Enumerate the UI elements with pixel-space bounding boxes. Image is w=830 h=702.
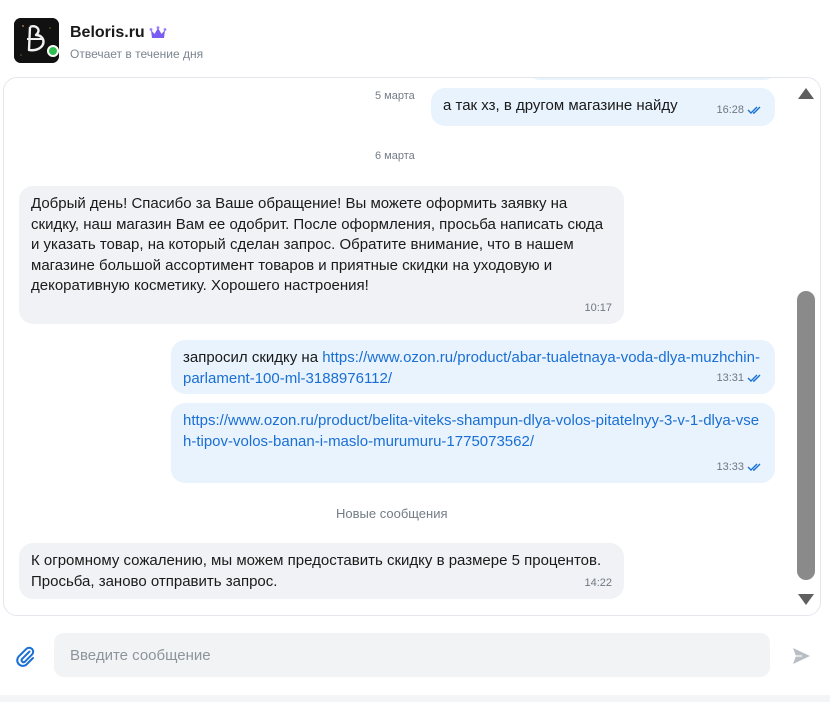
- message-meta: 13:31: [716, 368, 763, 389]
- date-separator: 6 марта: [375, 150, 415, 162]
- double-check-icon: [747, 106, 761, 114]
- message-bubble-outgoing[interactable]: запросил скидку на https://www.ozon.ru/p…: [171, 340, 775, 394]
- date-separator: 5 марта: [375, 90, 415, 102]
- scrollbar-thumb[interactable]: [797, 291, 815, 580]
- message-meta: 13:33: [716, 457, 763, 478]
- message-meta: 10:17: [584, 298, 612, 319]
- previous-message-edge: [528, 78, 776, 80]
- message-bubble-incoming[interactable]: Добрый день! Спасибо за Ваше обращение! …: [19, 186, 624, 324]
- online-indicator: [47, 45, 59, 57]
- product-link[interactable]: https://www.ozon.ru/product/belita-vitek…: [183, 412, 759, 450]
- shop-title[interactable]: Beloris.ru: [70, 24, 167, 42]
- message-text: К огромному сожалению, мы можем предоста…: [31, 552, 602, 590]
- message-time: 10:17: [584, 301, 612, 314]
- chat-header: Beloris.ru Отвечает в течение дня: [0, 0, 830, 70]
- message-text: запросил скидку на: [183, 349, 323, 366]
- message-text: а так хз, в другом магазине найду: [443, 97, 678, 114]
- paperclip-icon[interactable]: [13, 644, 37, 668]
- new-messages-divider: Новые сообщения: [336, 506, 448, 521]
- message-time: 13:33: [716, 460, 744, 473]
- message-bubble-incoming[interactable]: К огромному сожалению, мы можем предоста…: [19, 543, 624, 599]
- shop-name: Beloris.ru: [70, 24, 145, 41]
- message-meta: 14:22: [584, 573, 612, 594]
- message-list[interactable]: 5 марта а так хз, в другом магазине найд…: [4, 78, 794, 615]
- scroll-down-arrow-icon[interactable]: [798, 594, 814, 605]
- scroll-up-arrow-icon[interactable]: [798, 88, 814, 99]
- message-time: 13:31: [716, 371, 744, 384]
- crown-icon: [149, 26, 167, 38]
- message-time: 16:28: [716, 103, 744, 116]
- message-text: Добрый день! Спасибо за Ваше обращение! …: [31, 195, 604, 294]
- send-icon[interactable]: [790, 645, 812, 667]
- message-bubble-outgoing[interactable]: а так хз, в другом магазине найду 16:28: [431, 88, 775, 126]
- double-check-icon: [747, 463, 761, 471]
- response-time-status: Отвечает в течение дня: [70, 47, 204, 61]
- message-input[interactable]: [54, 633, 770, 677]
- double-check-icon: [747, 374, 761, 382]
- message-bubble-outgoing[interactable]: https://www.ozon.ru/product/belita-vitek…: [171, 403, 775, 483]
- message-meta: 16:28: [716, 100, 763, 121]
- chat-window: 5 марта а так хз, в другом магазине найд…: [3, 77, 821, 616]
- message-time: 14:22: [584, 576, 612, 589]
- bottom-bar: [0, 695, 830, 702]
